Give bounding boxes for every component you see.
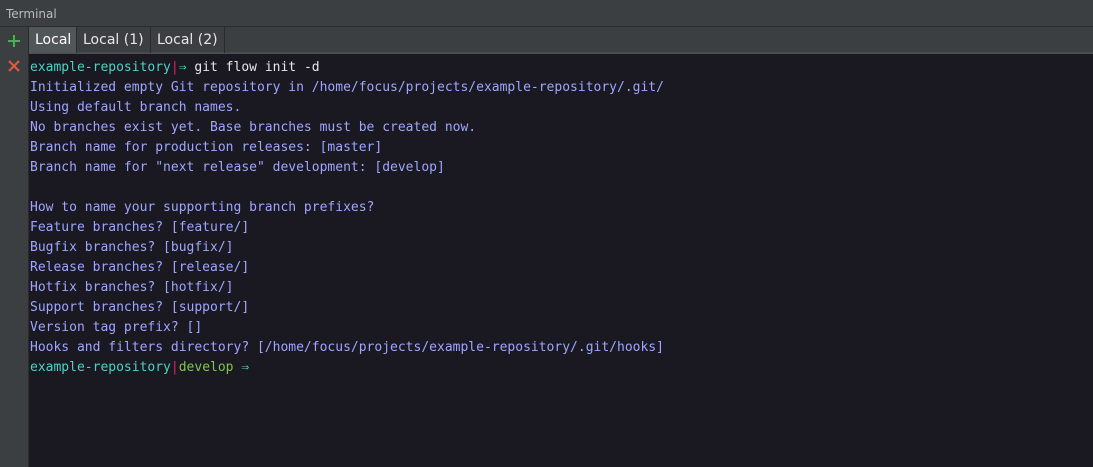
output-line: Hotfix branches? [hotfix/] — [30, 280, 234, 295]
prompt-directory: example-repository — [30, 360, 171, 375]
output-line: Initialized empty Git repository in /hom… — [30, 80, 664, 95]
output-line: Branch name for "next release" developme… — [30, 160, 445, 175]
output-line: No branches exist yet. Base branches mus… — [30, 120, 477, 135]
output-line: Using default branch names. — [30, 100, 242, 115]
output-line: Feature branches? [feature/] — [30, 220, 250, 235]
prompt-arrow: ⇒ — [178, 60, 187, 75]
command-text: git flow init -d — [186, 60, 320, 75]
terminal-output[interactable]: example-repository|⇒ git flow init -d In… — [29, 54, 1093, 467]
tab-bar: Local Local (1) Local (2) — [29, 27, 1093, 54]
terminal-toolbar — [0, 27, 29, 467]
tab-local[interactable]: Local — [29, 27, 77, 53]
prompt-separator: | — [170, 60, 179, 75]
tab-local-1[interactable]: Local (1) — [77, 27, 151, 53]
prompt-arrow: ⇒ — [241, 360, 250, 375]
prompt-line: example-repository|develop ⇒ — [30, 358, 249, 378]
close-session-button[interactable] — [4, 56, 24, 76]
plus-icon — [8, 35, 20, 47]
title-bar: Terminal — [0, 0, 1093, 27]
prompt-branch: develop — [178, 360, 234, 375]
prompt-separator: | — [170, 360, 179, 375]
output-line: Branch name for production releases: [ma… — [30, 140, 383, 155]
prompt-directory: example-repository — [30, 60, 171, 75]
output-line: Hooks and filters directory? [/home/focu… — [30, 340, 664, 355]
prompt-line: example-repository|⇒ git flow init -d — [30, 58, 320, 78]
output-line: Support branches? [support/] — [30, 300, 250, 315]
window-title: Terminal — [6, 7, 57, 21]
output-line: Version tag prefix? [] — [30, 320, 203, 335]
output-line: Release branches? [release/] — [30, 260, 250, 275]
new-session-button[interactable] — [4, 31, 24, 51]
close-icon — [8, 60, 20, 72]
output-line: How to name your supporting branch prefi… — [30, 200, 375, 215]
output-line: Bugfix branches? [bugfix/] — [30, 240, 234, 255]
tab-local-2[interactable]: Local (2) — [151, 27, 225, 53]
